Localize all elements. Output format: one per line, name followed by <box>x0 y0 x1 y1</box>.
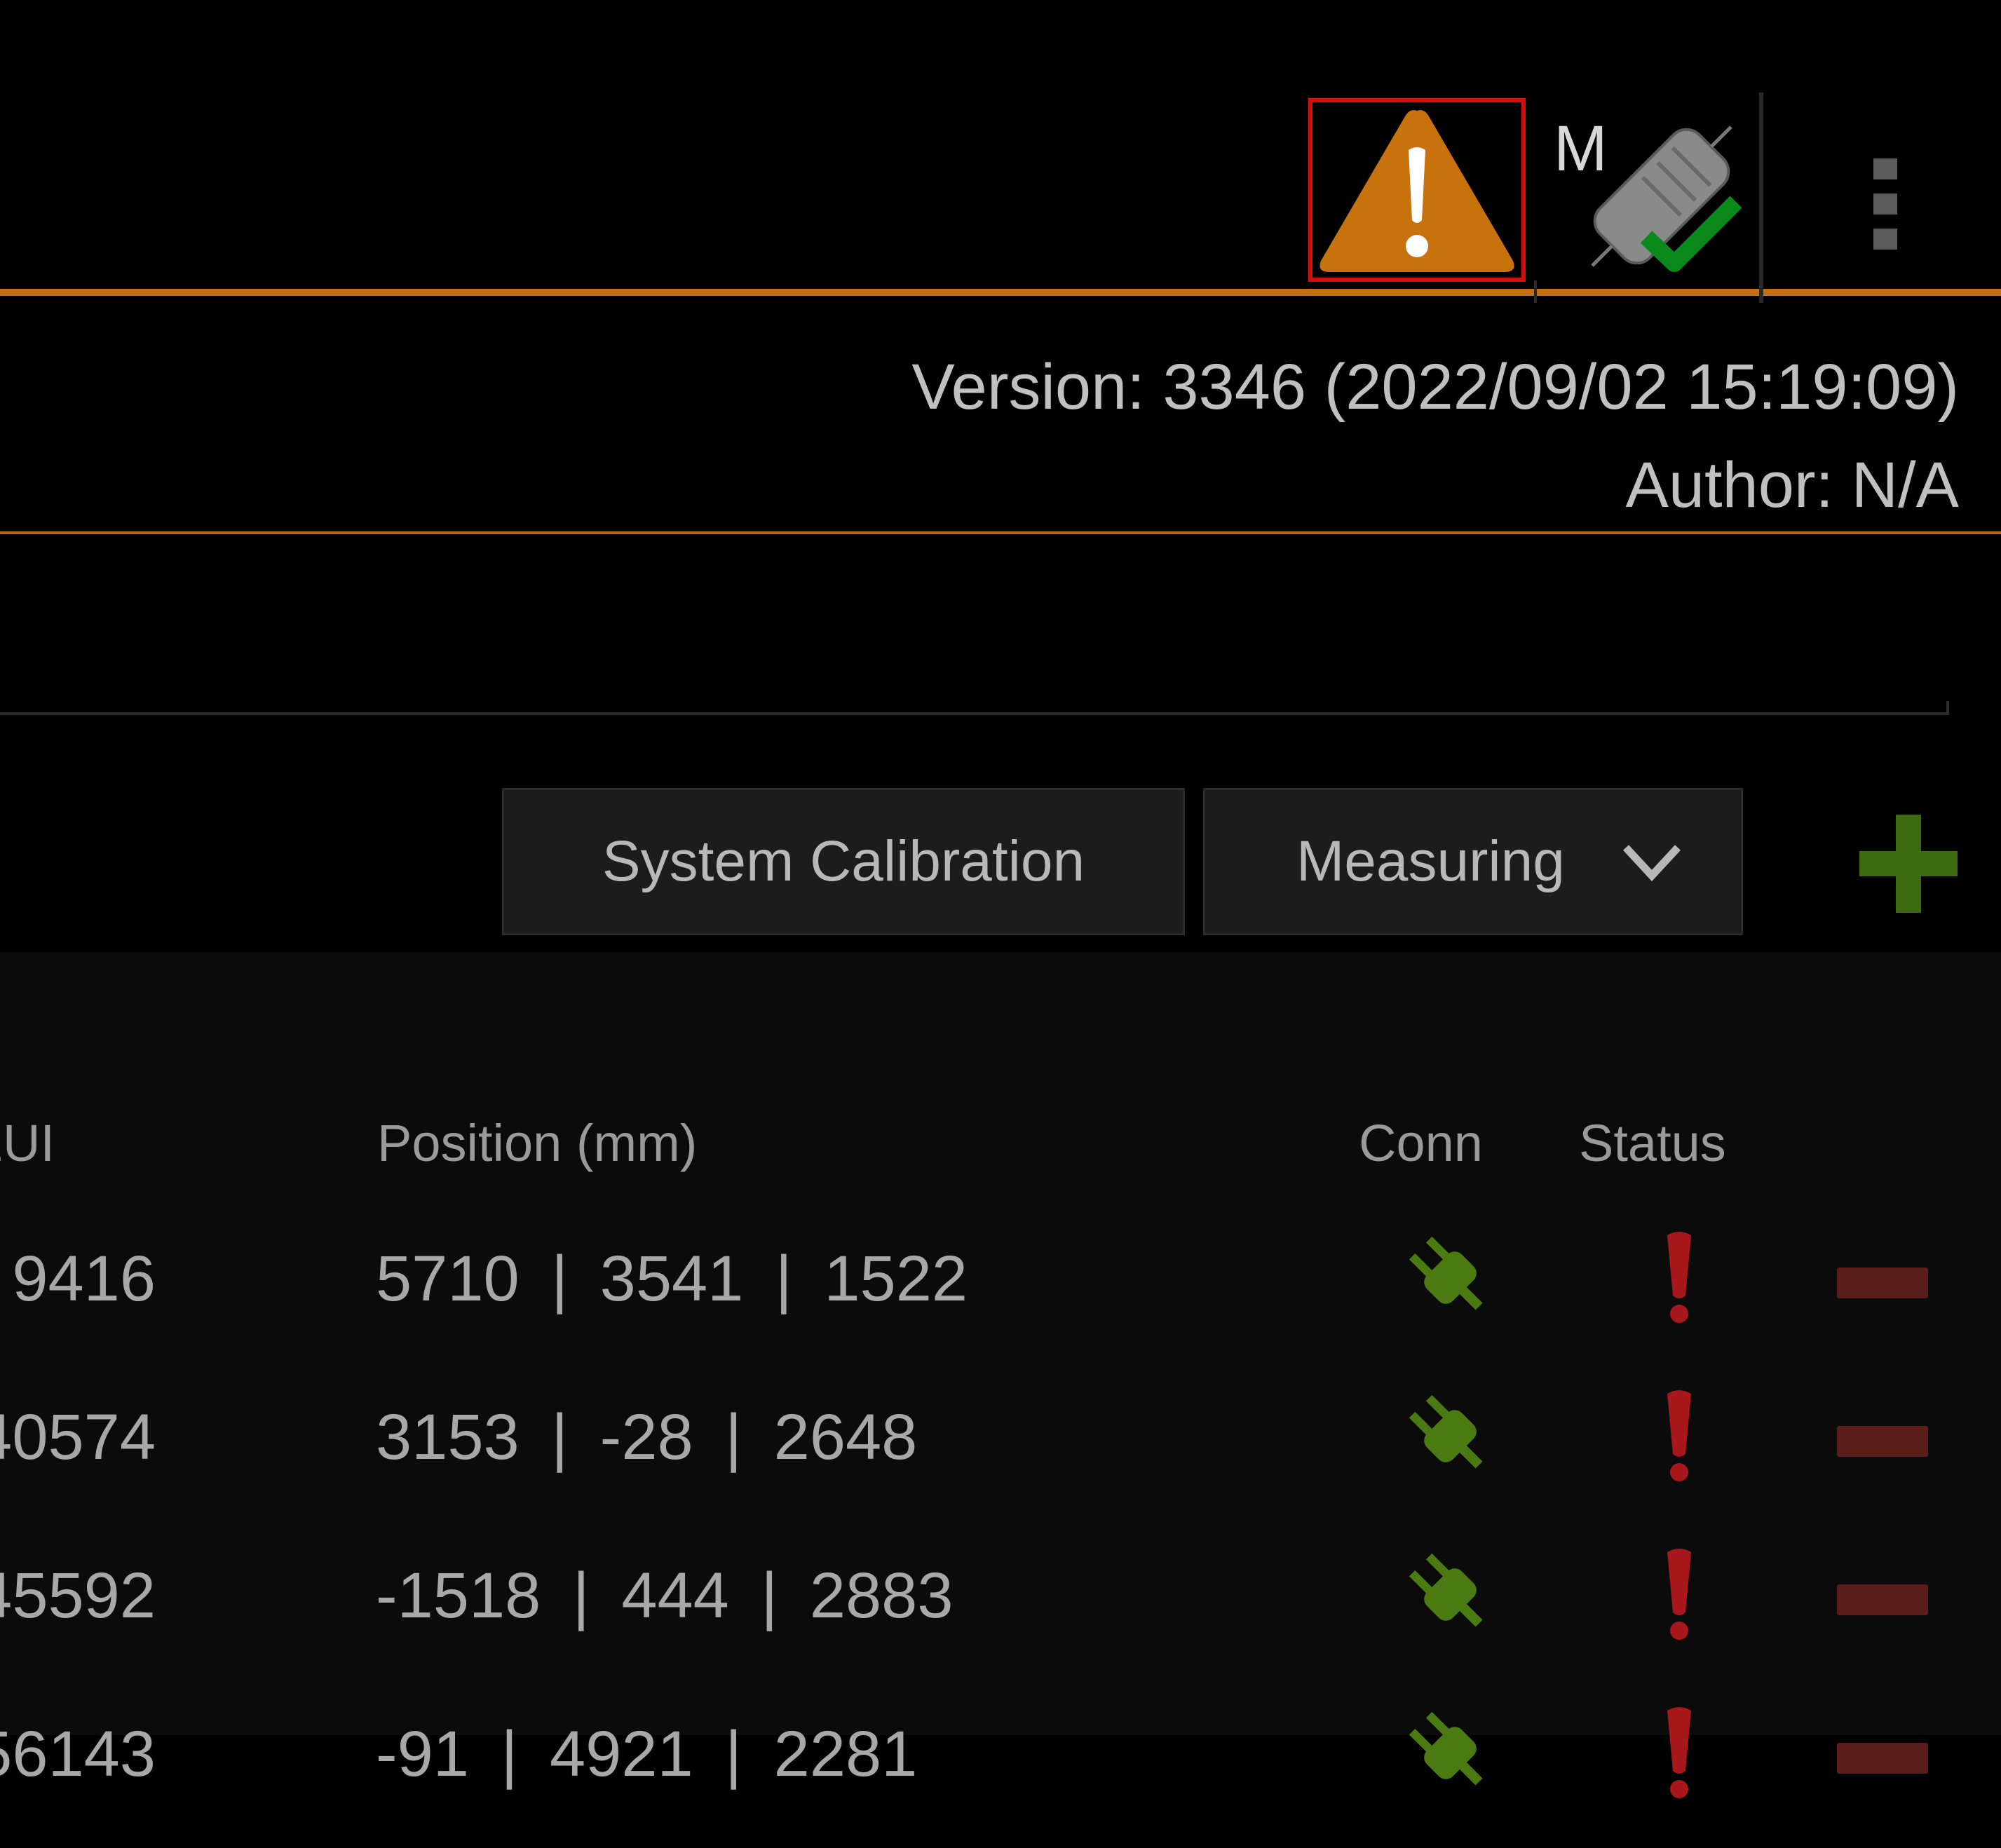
mode-dropdown[interactable]: Measuring <box>1203 788 1743 935</box>
filter-input-underline-cap <box>1946 701 1949 715</box>
table-row[interactable]: 40574 3153 | -28 | 2648 <box>0 1373 2001 1531</box>
author-info: Author: N/A <box>1625 449 1959 521</box>
mode-dropdown-value: Measuring <box>1296 829 1565 893</box>
info-divider <box>0 531 2001 534</box>
overflow-dot-icon <box>1873 158 1897 179</box>
eui-cell: 56143 <box>0 1718 156 1790</box>
add-anchor-button[interactable] <box>1859 815 1958 913</box>
plug-icon <box>1409 1711 1483 1786</box>
column-header-conn: Conn <box>1359 1114 1483 1172</box>
filter-input-underline[interactable] <box>0 712 1949 715</box>
table-row[interactable]: 45592 -1518 | 444 | 2883 <box>0 1531 2001 1690</box>
table-row[interactable]: 56143 -91 | 4921 | 2281 <box>0 1690 2001 1848</box>
eui-cell: 45592 <box>0 1560 156 1631</box>
error-icon <box>1667 1390 1691 1481</box>
toolbar-separator-small <box>1534 280 1537 303</box>
column-header-status: Status <box>1579 1114 1726 1172</box>
toolbar-separator <box>1759 93 1763 303</box>
overflow-menu-button[interactable] <box>1855 147 1911 259</box>
error-icon <box>1667 1707 1691 1798</box>
warning-button[interactable] <box>1308 98 1526 282</box>
column-header-position: Position (mm) <box>377 1114 698 1172</box>
version-info: Version: 3346 (2022/09/02 15:19:09) <box>911 351 1959 423</box>
plug-icon <box>1409 1553 1483 1627</box>
system-calibration-button[interactable]: System Calibration <box>502 788 1185 935</box>
column-header-eui: EUI <box>0 1114 55 1172</box>
overflow-dot-icon <box>1873 229 1897 250</box>
position-cell: -91 | 4921 | 2281 <box>376 1718 918 1790</box>
anchors-table: EUI Position (mm) Conn Status 9416 5710 … <box>0 952 2001 1798</box>
chevron-down-icon <box>1622 845 1681 882</box>
error-icon <box>1667 1549 1691 1640</box>
device-connection-status[interactable]: M <box>1542 98 1753 291</box>
position-cell: 3153 | -28 | 2648 <box>376 1401 918 1473</box>
device-connected-icon <box>1591 125 1742 272</box>
eui-cell: 9416 <box>12 1243 156 1314</box>
remove-anchor-button[interactable] <box>1837 1268 1928 1298</box>
remove-anchor-button[interactable] <box>1837 1584 1928 1615</box>
remove-anchor-button[interactable] <box>1837 1743 1928 1774</box>
plug-icon <box>1409 1236 1483 1310</box>
eui-cell: 40574 <box>0 1401 156 1473</box>
position-cell: 5710 | 3541 | 1522 <box>376 1243 968 1314</box>
plug-icon <box>1409 1394 1483 1469</box>
overflow-dot-icon <box>1873 193 1897 215</box>
position-cell: -1518 | 444 | 2883 <box>376 1560 954 1631</box>
warning-triangle-icon <box>1320 110 1514 272</box>
plus-icon <box>1859 815 1958 913</box>
table-row[interactable]: 9416 5710 | 3541 | 1522 <box>0 1214 2001 1373</box>
remove-anchor-button[interactable] <box>1837 1426 1928 1457</box>
error-icon <box>1667 1232 1691 1323</box>
